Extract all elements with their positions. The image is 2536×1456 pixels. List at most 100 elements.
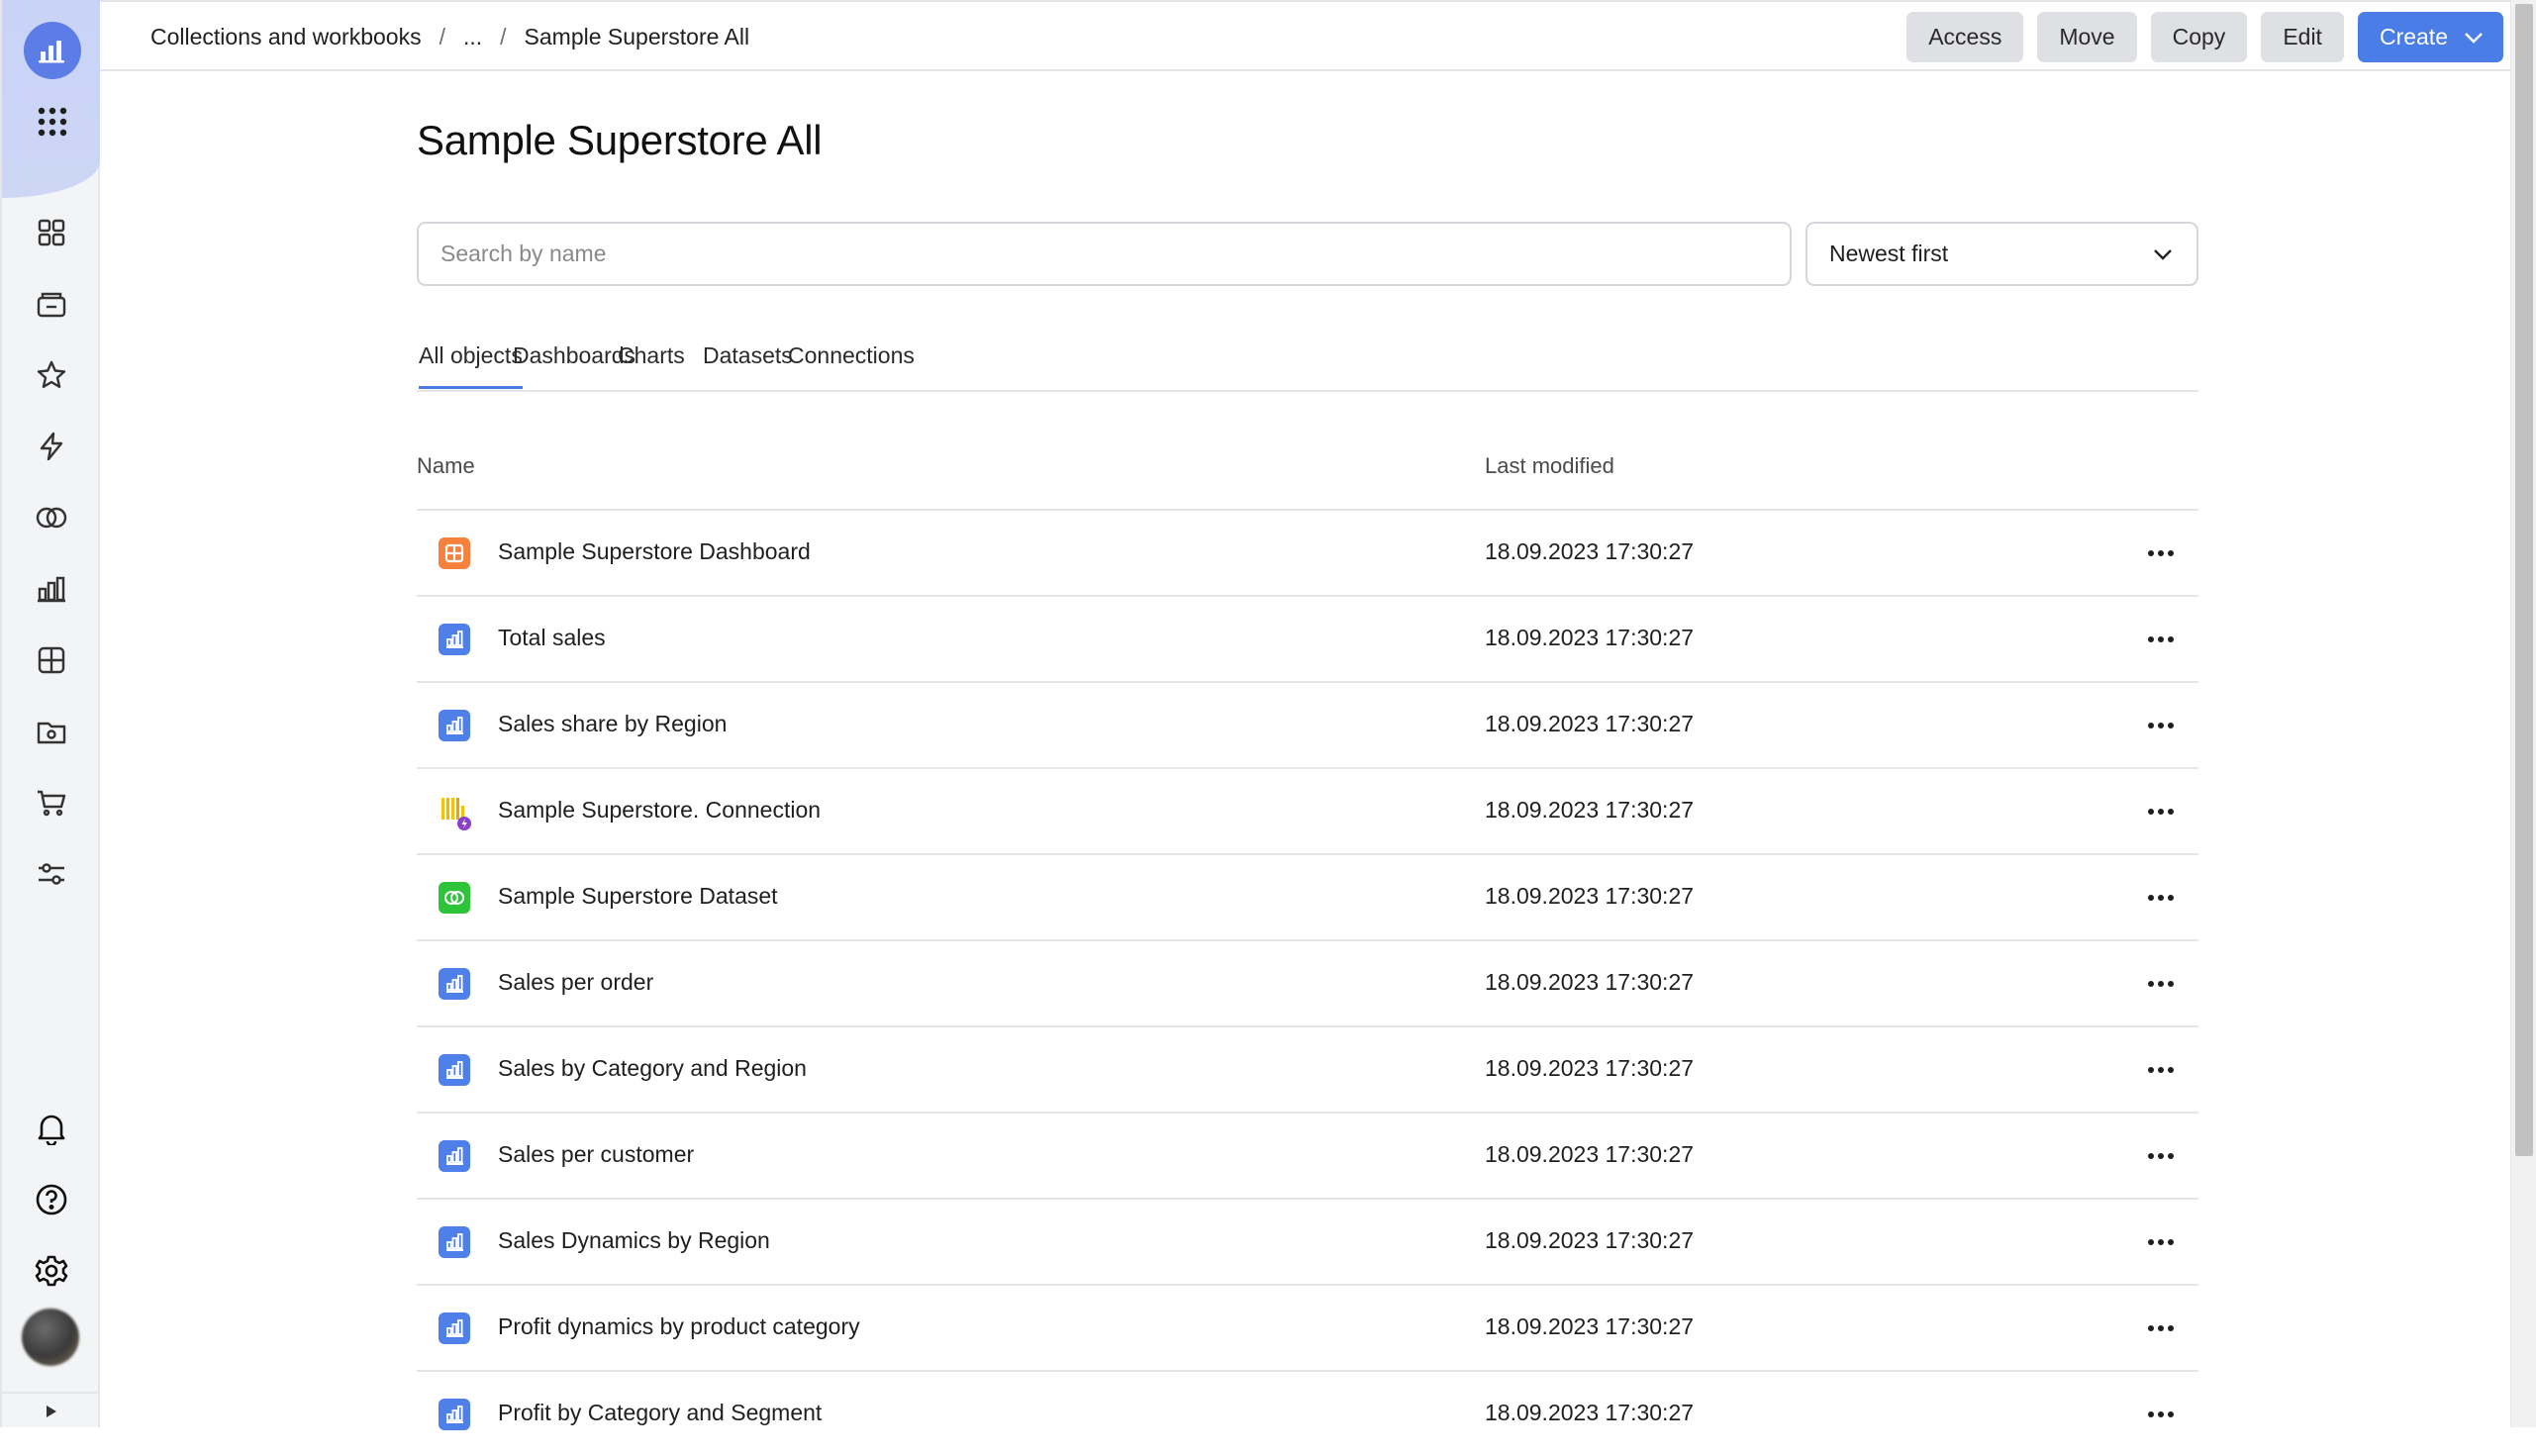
left-navigation-rail xyxy=(0,0,100,1427)
sort-select[interactable]: Newest first xyxy=(1805,222,2198,286)
chart-icon xyxy=(439,968,470,1000)
table-row[interactable]: Sales by Category and Region 18.09.2023 1… xyxy=(417,1025,2198,1112)
connections-bolt-icon[interactable] xyxy=(32,427,71,466)
row-last-modified: 18.09.2023 17:30:27 xyxy=(1485,538,1695,564)
breadcrumb-ellipsis[interactable]: ... xyxy=(463,24,482,50)
table-row[interactable]: Sales Dynamics by Region 18.09.2023 17:30… xyxy=(417,1198,2198,1284)
all-services-icon[interactable] xyxy=(33,102,72,142)
folder-icon[interactable] xyxy=(32,712,71,751)
chevron-down-icon xyxy=(2154,248,2172,260)
page-title: Sample Superstore All xyxy=(417,117,823,163)
row-name[interactable]: Sales per customer xyxy=(498,1141,694,1168)
edit-button[interactable]: Edit xyxy=(2261,12,2344,62)
tab-datasets[interactable]: Datasets xyxy=(703,342,793,389)
row-last-modified: 18.09.2023 17:30:27 xyxy=(1485,1313,1695,1339)
table-row[interactable]: Sample Superstore. Connection 18.09.2023 … xyxy=(417,767,2198,853)
chart-icon xyxy=(439,1399,470,1430)
breadcrumb: Collections and workbooks / ... / Sample… xyxy=(150,2,749,71)
more-actions-icon[interactable] xyxy=(2141,1055,2181,1085)
notifications-bell-icon[interactable] xyxy=(32,1109,71,1148)
dashboard-icon xyxy=(439,537,470,569)
dashboards-icon[interactable] xyxy=(32,640,71,680)
move-button[interactable]: Move xyxy=(2037,12,2137,62)
connection-icon xyxy=(439,796,471,830)
object-type-tabs: All objects Dashboards Charts Datasets C… xyxy=(417,321,2198,392)
chart-icon xyxy=(439,710,470,741)
access-button[interactable]: Access xyxy=(1906,12,2024,62)
breadcrumb-current: Sample Superstore All xyxy=(524,23,750,49)
table-row[interactable]: Sales per customer 18.09.2023 17:30:27 xyxy=(417,1112,2198,1198)
row-name[interactable]: Sample Superstore. Connection xyxy=(498,797,821,824)
more-actions-icon[interactable] xyxy=(2141,1227,2181,1257)
breadcrumb-separator: / xyxy=(500,23,507,49)
chart-icon xyxy=(439,624,470,655)
settings-sliders-icon[interactable] xyxy=(32,854,71,894)
charts-icon[interactable] xyxy=(32,569,71,609)
tab-connections[interactable]: Connections xyxy=(788,342,915,389)
row-name[interactable]: Sales by Category and Region xyxy=(498,1055,807,1082)
chart-icon xyxy=(439,1312,470,1344)
datasets-icon[interactable] xyxy=(32,498,71,537)
chevron-down-icon xyxy=(2464,32,2484,44)
row-last-modified: 18.09.2023 17:30:27 xyxy=(1485,1055,1695,1081)
row-name[interactable]: Sample Superstore Dashboard xyxy=(498,538,811,565)
table-row[interactable]: Profit dynamics by product category 18.09… xyxy=(417,1284,2198,1370)
search-input[interactable]: Search by name xyxy=(417,222,1792,286)
user-avatar[interactable] xyxy=(22,1309,79,1366)
chart-icon xyxy=(439,1226,470,1258)
table-row[interactable]: Sales share by Region 18.09.2023 17:30:27 xyxy=(417,681,2198,767)
row-name[interactable]: Sales Dynamics by Region xyxy=(498,1227,770,1254)
chart-icon xyxy=(439,1140,470,1172)
table-row[interactable]: Sample Superstore Dataset 18.09.2023 17:3… xyxy=(417,853,2198,939)
row-name[interactable]: Sample Superstore Dataset xyxy=(498,883,778,910)
marketplace-cart-icon[interactable] xyxy=(32,783,71,823)
more-actions-icon[interactable] xyxy=(2141,711,2181,740)
row-name[interactable]: Profit dynamics by product category xyxy=(498,1313,860,1340)
help-icon[interactable] xyxy=(32,1180,71,1219)
table-row[interactable]: Sample Superstore Dashboard 18.09.2023 17… xyxy=(417,509,2198,595)
more-actions-icon[interactable] xyxy=(2141,883,2181,913)
scrollbar-thumb[interactable] xyxy=(2515,4,2533,1156)
create-button-label: Create xyxy=(2379,24,2448,49)
create-button[interactable]: Create xyxy=(2357,12,2503,62)
favorites-star-icon[interactable] xyxy=(32,355,71,395)
collections-icon[interactable] xyxy=(32,284,71,324)
table-row[interactable]: Profit by Category and Segment 18.09.2023… xyxy=(417,1370,2198,1456)
copy-button[interactable]: Copy xyxy=(2150,12,2248,62)
tab-all-objects[interactable]: All objects xyxy=(419,342,523,389)
more-actions-icon[interactable] xyxy=(2141,1141,2181,1171)
page-scrollbar[interactable] xyxy=(2510,0,2536,1427)
row-last-modified: 18.09.2023 17:30:27 xyxy=(1485,625,1695,650)
collapse-rail-button[interactable] xyxy=(2,1392,100,1429)
row-name[interactable]: Sales per order xyxy=(498,969,653,996)
row-last-modified: 18.09.2023 17:30:27 xyxy=(1485,969,1695,995)
play-arrow-icon xyxy=(46,1406,56,1417)
more-actions-icon[interactable] xyxy=(2141,1313,2181,1343)
dataset-icon xyxy=(439,882,470,914)
more-actions-icon[interactable] xyxy=(2141,1400,2181,1429)
more-actions-icon[interactable] xyxy=(2141,797,2181,826)
row-name[interactable]: Sales share by Region xyxy=(498,711,727,737)
more-actions-icon[interactable] xyxy=(2141,625,2181,654)
row-last-modified: 18.09.2023 17:30:27 xyxy=(1485,797,1695,823)
breadcrumb-separator: / xyxy=(439,23,445,49)
row-name[interactable]: Total sales xyxy=(498,625,606,651)
sort-selected-value: Newest first xyxy=(1829,241,1949,266)
tab-charts[interactable]: Charts xyxy=(618,342,685,389)
datalens-logo-icon[interactable] xyxy=(24,22,81,79)
column-header-name: Name xyxy=(417,453,475,478)
settings-gear-icon[interactable] xyxy=(32,1251,71,1291)
top-bar: Collections and workbooks / ... / Sample… xyxy=(100,0,2511,71)
row-last-modified: 18.09.2023 17:30:27 xyxy=(1485,1227,1695,1253)
chart-icon xyxy=(439,1054,470,1086)
table-row[interactable]: Sales per order 18.09.2023 17:30:27 xyxy=(417,939,2198,1025)
breadcrumb-root-link[interactable]: Collections and workbooks xyxy=(150,24,422,50)
grid-icon[interactable] xyxy=(32,213,71,252)
more-actions-icon[interactable] xyxy=(2141,538,2181,568)
row-last-modified: 18.09.2023 17:30:27 xyxy=(1485,711,1695,736)
row-name[interactable]: Profit by Category and Segment xyxy=(498,1400,822,1426)
row-last-modified: 18.09.2023 17:30:27 xyxy=(1485,1400,1695,1425)
more-actions-icon[interactable] xyxy=(2141,969,2181,999)
row-last-modified: 18.09.2023 17:30:27 xyxy=(1485,883,1695,909)
table-row[interactable]: Total sales 18.09.2023 17:30:27 xyxy=(417,595,2198,681)
